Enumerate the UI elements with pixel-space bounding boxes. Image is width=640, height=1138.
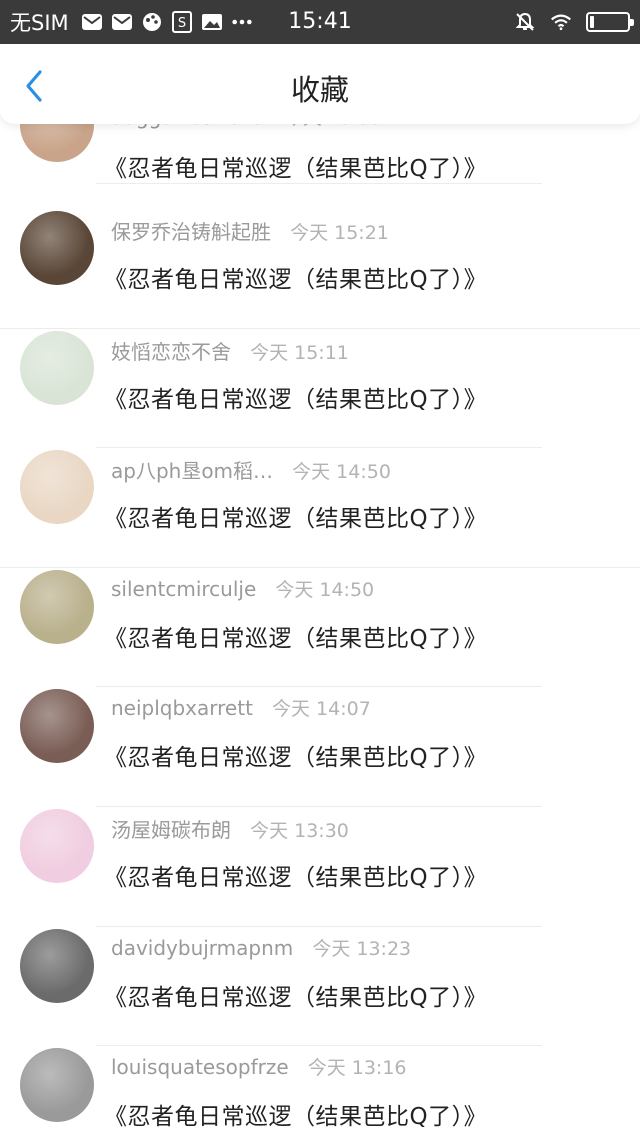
carrier-label: 无SIM <box>10 11 69 35</box>
avatar[interactable] <box>20 330 94 405</box>
favorite-title[interactable]: 《忍者龟日常巡逻（结果芭比Q了）》 <box>104 1097 487 1131</box>
username[interactable]: 汤屋姆碳布朗 <box>111 818 231 842</box>
status-bar-right <box>514 0 634 44</box>
favorite-title[interactable]: 《忍者龟日常巡逻（结果芭比Q了）》 <box>104 260 487 294</box>
timestamp: 今天 14:07 <box>272 698 371 721</box>
timestamp: 今天 13:30 <box>250 820 349 842</box>
item-meta: 汤屋姆碳布朗 今天 13:30 <box>111 814 349 843</box>
mute-bell-icon <box>514 11 536 33</box>
avatar[interactable] <box>20 809 94 883</box>
favorite-item[interactable]: 保罗乔治铸斛起胜 今天 15:21 《忍者龟日常巡逻（结果芭比Q了）》 <box>0 209 640 329</box>
back-button[interactable] <box>14 66 54 106</box>
timestamp: 今天 15:11 <box>250 341 349 364</box>
favorite-title[interactable]: 《忍者龟日常巡逻（结果芭比Q了）》 <box>104 738 487 772</box>
timestamp: 今天 14:50 <box>275 578 375 601</box>
avatar[interactable] <box>20 1048 94 1123</box>
avatar[interactable] <box>20 569 94 644</box>
favorite-title[interactable]: 《忍者龟日常巡逻（结果芭比Q了）》 <box>104 499 487 533</box>
s-app-icon: S <box>171 11 193 33</box>
mail-icon <box>111 11 133 33</box>
timestamp: 今天 15:21 <box>290 222 389 244</box>
favorite-item[interactable]: louisquatesopfrze 今天 13:16 《忍者龟日常巡逻（结果芭比Q… <box>0 1046 640 1138</box>
status-bar-left: 无SIM S <box>10 0 253 44</box>
username[interactable]: 保罗乔治铸斛起胜 <box>111 220 271 244</box>
favorite-item[interactable]: auggawustralia 今天 15:35《忍者龟日常巡逻（结果芭比Q了）》 <box>0 88 640 209</box>
favorite-item[interactable]: neiplqbxarrett 今天 14:07 《忍者龟日常巡逻（结果芭比Q了）》 <box>0 687 640 807</box>
item-meta: neiplqbxarrett 今天 14:07 <box>111 694 371 721</box>
favorite-item[interactable]: davidybujrmapnm 今天 13:23 《忍者龟日常巡逻（结果芭比Q了）… <box>0 927 640 1047</box>
avatar[interactable] <box>20 689 94 764</box>
row-divider <box>96 183 542 184</box>
more-dots-icon <box>231 11 253 33</box>
favorite-item[interactable]: 妓慆恋恋不舍 今天 15:11 《忍者龟日常巡逻（结果芭比Q了）》 <box>0 329 640 449</box>
item-meta: silentcmirculje 今天 14:50 <box>111 575 374 602</box>
item-meta: ap八ph垦om稻… 今天 14:50 <box>111 455 391 484</box>
chevron-left-icon <box>26 70 42 102</box>
item-meta: louisquatesopfrze 今天 13:16 <box>111 1053 407 1080</box>
item-meta: davidybujrmapnm 今天 13:23 <box>111 934 411 961</box>
battery-level <box>590 16 594 28</box>
username[interactable]: neiplqbxarrett <box>111 696 253 720</box>
page-title: 收藏 <box>290 73 349 107</box>
avatar[interactable] <box>20 211 94 285</box>
battery-icon <box>586 12 634 32</box>
image-icon <box>201 11 223 33</box>
timestamp: 今天 13:16 <box>307 1057 407 1080</box>
palette-icon <box>141 11 163 33</box>
nav-header: 收藏 <box>0 44 640 124</box>
timestamp: 今天 13:23 <box>312 937 412 960</box>
status-bar: 无SIM S 15:41 <box>0 0 640 44</box>
svg-text:S: S <box>178 16 186 31</box>
username[interactable]: 妓慆恋恋不舍 <box>111 340 231 364</box>
favorite-item[interactable]: silentcmirculje 今天 14:50 《忍者龟日常巡逻（结果芭比Q了）… <box>0 568 640 688</box>
username[interactable]: ap八ph垦om稻… <box>111 459 273 483</box>
item-meta: 保罗乔治铸斛起胜 今天 15:21 <box>111 216 389 245</box>
favorite-item[interactable]: ap八ph垦om稻… 今天 14:50 《忍者龟日常巡逻（结果芭比Q了）》 <box>0 448 640 568</box>
mail-icon <box>81 11 103 33</box>
item-meta: 妓慆恋恋不舍 今天 15:11 <box>111 336 349 365</box>
avatar[interactable] <box>20 928 94 1003</box>
favorite-title[interactable]: 《忍者龟日常巡逻（结果芭比Q了）》 <box>104 380 487 414</box>
username[interactable]: silentcmirculje <box>111 577 256 601</box>
username[interactable]: davidybujrmapnm <box>111 936 293 960</box>
favorite-title[interactable]: 《忍者龟日常巡逻（结果芭比Q了）》 <box>104 619 487 653</box>
wifi-icon <box>550 11 572 33</box>
favorite-item[interactable]: 汤屋姆碳布朗 今天 13:30 《忍者龟日常巡逻（结果芭比Q了）》 <box>0 807 640 927</box>
avatar[interactable] <box>20 450 94 525</box>
favorite-title[interactable]: 《忍者龟日常巡逻（结果芭比Q了）》 <box>104 149 487 183</box>
username[interactable]: louisquatesopfrze <box>111 1055 289 1079</box>
timestamp: 今天 14:50 <box>292 461 391 484</box>
favorite-title[interactable]: 《忍者龟日常巡逻（结果芭比Q了）》 <box>104 858 487 892</box>
favorite-title[interactable]: 《忍者龟日常巡逻（结果芭比Q了）》 <box>104 978 487 1012</box>
favorites-screen: 无SIM S 15:41 《忍者龟日常巡逻（结果芭比Q了）》 保罗乔治铸斛起胜 … <box>0 0 640 1138</box>
